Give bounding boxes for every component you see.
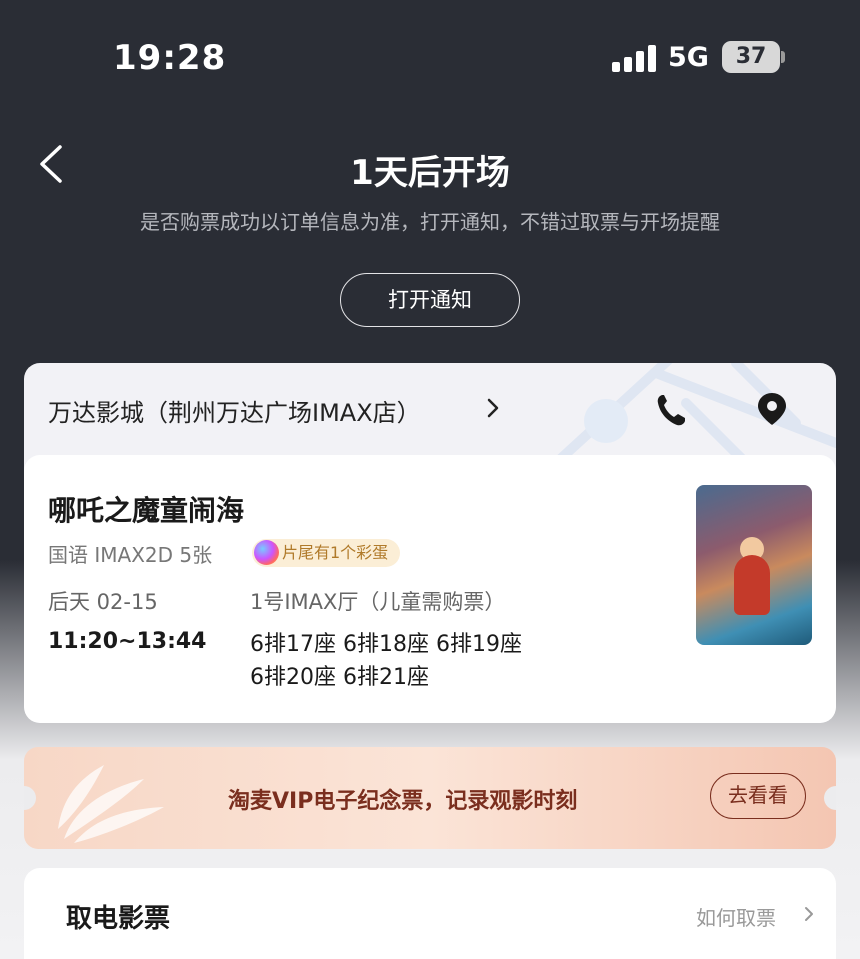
poster-character (734, 555, 770, 615)
ticket-notch-left (24, 786, 36, 810)
easter-egg-badge: 片尾有1个彩蛋 (252, 539, 401, 567)
easter-egg-label: 片尾有1个彩蛋 (282, 543, 389, 562)
ticket-pickup-card: 取电影票 如何取票 (24, 868, 836, 959)
seat-line-2: 6排20座 6排21座 (250, 665, 429, 690)
signal-icon (612, 44, 656, 72)
seat-line-1: 6排17座 6排18座 6排19座 (250, 632, 522, 657)
leaves-decoration-icon (58, 765, 164, 843)
open-notification-button[interactable]: 打开通知 (340, 273, 520, 327)
page-subtitle: 是否购票成功以订单信息为准，打开通知，不错过取票与开场提醒 (140, 210, 720, 234)
movie-info[interactable]: 哪吒之魔童闹海 国语 IMAX2D 5张 片尾有1个彩蛋 后天 02-15 11… (24, 455, 836, 723)
movie-meta: 国语 IMAX2D 5张 (48, 543, 213, 567)
movie-title: 哪吒之魔童闹海 (48, 494, 245, 527)
status-time: 19:28 (113, 38, 227, 78)
cinema-card: 万达影城（荆州万达广场IMAX店） 哪吒之魔童闹海 国语 IMAX2D 5张 片… (24, 363, 836, 723)
how-to-pickup-link[interactable]: 如何取票 (696, 902, 776, 931)
battery-tip (781, 51, 785, 63)
movie-poster[interactable] (696, 485, 812, 645)
vip-souvenir-banner[interactable]: 淘麦VIP电子纪念票，记录观影时刻 去看看 (24, 747, 836, 849)
easter-egg-icon (254, 540, 279, 565)
battery-icon: 37 (722, 41, 780, 73)
location-icon[interactable] (755, 391, 789, 427)
hall-name: 1号IMAX厅（儿童需购票） (250, 590, 506, 614)
pickup-title: 取电影票 (66, 904, 171, 934)
phone-icon[interactable] (656, 393, 686, 427)
vip-banner-text: 淘麦VIP电子纪念票，记录观影时刻 (228, 789, 578, 814)
chevron-right-icon[interactable] (486, 397, 500, 419)
go-see-button[interactable]: 去看看 (710, 773, 806, 819)
page-title: 1天后开场 (350, 153, 510, 193)
ticket-notch-right (824, 786, 836, 810)
show-date: 后天 02-15 (48, 590, 158, 614)
seat-list: 6排17座 6排18座 6排19座 6排20座 6排21座 (250, 628, 610, 694)
network-type: 5G (668, 42, 709, 73)
cinema-name[interactable]: 万达影城（荆州万达广场IMAX店） (48, 393, 421, 428)
show-time: 11:20~13:44 (48, 629, 207, 654)
chevron-right-icon[interactable] (804, 906, 814, 922)
